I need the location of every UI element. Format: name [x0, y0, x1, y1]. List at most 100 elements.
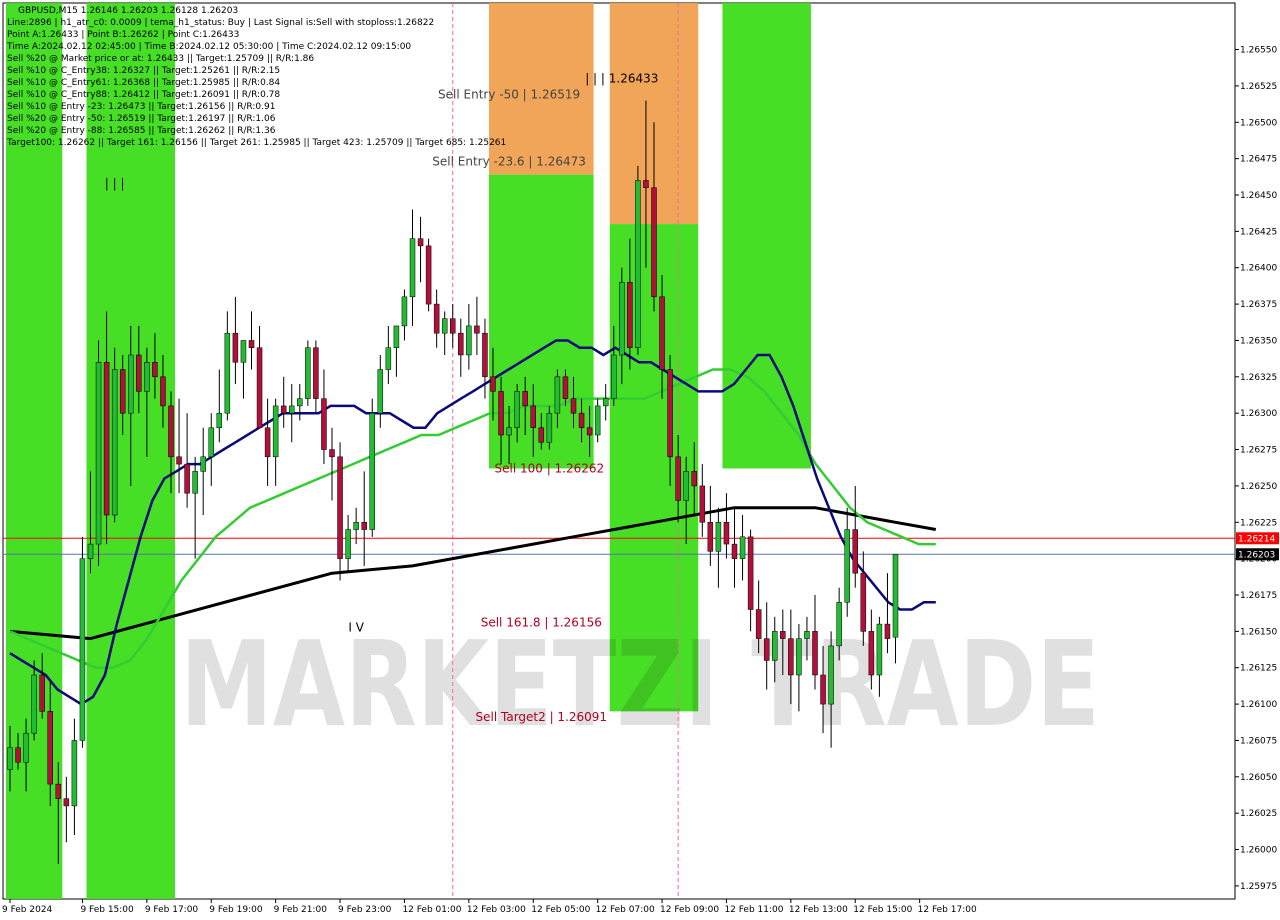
candle-bull — [31, 674, 37, 734]
candle-bear — [15, 747, 21, 763]
candle-bull — [804, 631, 810, 639]
candle-bull — [546, 412, 553, 443]
candle-bear — [313, 347, 319, 399]
candle-bull — [514, 391, 520, 428]
level-label: Sell Target2 | 1.26091 — [476, 710, 608, 724]
candle-bull — [635, 180, 641, 348]
candle-bull — [305, 347, 311, 399]
candle-bear — [55, 783, 62, 799]
x-tick-label: 12 Feb 09:00 — [660, 905, 719, 915]
candle-bear — [723, 522, 730, 545]
candle-bull — [95, 362, 102, 545]
candle-bull — [200, 456, 206, 472]
candle-bull — [393, 325, 400, 348]
candle-bull — [297, 398, 303, 407]
stoploss-price-label: 1.26214 — [1238, 534, 1275, 544]
candle-bear — [731, 543, 738, 559]
candle-bear — [417, 238, 424, 247]
candle-bear — [884, 623, 891, 639]
candle-bear — [152, 362, 158, 378]
candle-bull — [289, 405, 295, 414]
candle-bull — [715, 522, 722, 552]
price-chart[interactable]: MARKETZI TRADE Sell Entry -50 | 1.26519 S… — [0, 0, 1280, 920]
candle-bear — [264, 427, 271, 458]
y-tick-label: 1.26500 — [1240, 118, 1277, 128]
y-tick-label: 1.26000 — [1240, 846, 1277, 856]
candle-bear — [570, 398, 577, 414]
candle-bear — [425, 245, 432, 305]
candle-bull — [353, 522, 359, 530]
candle-bear — [747, 536, 754, 610]
y-tick-label: 1.26100 — [1240, 700, 1277, 710]
candle-bear — [530, 405, 536, 428]
candle-bear — [627, 282, 633, 348]
candle-bear — [780, 631, 786, 639]
candle-bull — [772, 631, 778, 661]
watermark-text: MARKETZI TRADE — [180, 615, 1100, 753]
candle-bear — [321, 398, 327, 450]
info-line: Time A:2024.02.12 02:45:00 | Time B:2024… — [6, 42, 411, 52]
x-tick-label: 12 Feb 07:00 — [596, 905, 655, 915]
candle-bull — [683, 471, 689, 501]
candle-bull — [79, 558, 86, 741]
y-tick-label: 1.26025 — [1240, 809, 1277, 819]
candle-bull — [385, 347, 392, 370]
candle-bull — [401, 296, 408, 327]
candle-bull — [224, 332, 231, 414]
y-tick-label: 1.26325 — [1240, 373, 1277, 383]
x-tick-label: 9 Feb 2024 — [2, 905, 53, 915]
candle-bull — [144, 362, 150, 392]
y-tick-label: 1.26225 — [1240, 518, 1277, 528]
candle-bear — [651, 187, 657, 298]
info-line: Target100: 1.26262 || Target 161: 1.2615… — [6, 138, 506, 148]
candle-bear — [47, 711, 53, 785]
info-line: Sell %10 @ C_Entry88: 1.26412 || Target:… — [7, 90, 280, 100]
info-line: Sell %20 @ Entry -50: 1.26519 || Target:… — [7, 114, 276, 124]
candle-bear — [522, 391, 528, 407]
candle-bull — [71, 740, 78, 807]
candle-bear — [586, 427, 593, 436]
y-tick-label: 1.26250 — [1240, 482, 1277, 492]
candle-bear — [168, 405, 174, 458]
candle-bull — [345, 529, 351, 559]
candle-bull — [192, 471, 198, 494]
candle-bull — [216, 412, 223, 428]
level-label: Sell Entry -50 | 1.26519 — [438, 88, 580, 102]
candle-bear — [538, 427, 545, 443]
x-tick-label: 9 Feb 19:00 — [209, 905, 263, 915]
y-tick-label: 1.26475 — [1240, 155, 1277, 165]
y-tick-label: 1.26350 — [1240, 336, 1277, 346]
candle-bear — [490, 376, 496, 392]
y-tick-label: 1.26375 — [1240, 300, 1277, 310]
y-tick-label: 1.26425 — [1240, 227, 1277, 237]
x-tick-label: 12 Feb 11:00 — [724, 905, 783, 915]
candle-bull — [828, 645, 834, 705]
candle-bull — [23, 732, 29, 763]
candle-bull — [111, 369, 118, 516]
candle-bull — [272, 405, 279, 458]
candle-bull — [466, 325, 472, 356]
candle-bull — [87, 543, 94, 559]
candle-bear — [176, 456, 182, 465]
info-line: Point A:1.26433 | Point B:1.26262 | Poin… — [7, 30, 239, 40]
candle-bear — [763, 638, 770, 661]
candle-bear — [256, 347, 263, 428]
candle-bear — [699, 485, 706, 523]
info-line: Sell %20 @ Entry -88: 1.26585 || Target:… — [7, 126, 276, 136]
candle-bear — [562, 376, 569, 399]
info-line: Sell %10 @ C_Entry38: 1.26327 || Target:… — [7, 66, 280, 76]
y-tick-label: 1.26400 — [1240, 264, 1277, 274]
candle-bear — [707, 522, 714, 552]
watermark-layer: MARKETZI TRADE — [180, 615, 1100, 753]
candle-bear — [675, 456, 681, 501]
candle-bear — [820, 674, 826, 705]
candle-bull — [240, 340, 247, 363]
candle-bear — [232, 332, 239, 363]
info-line: Line:2896 | h1_atr_c0: 0.0009 | tema_h1_… — [7, 18, 434, 28]
candle-bear — [868, 631, 875, 676]
candle-bear — [691, 471, 697, 487]
candle-bear — [248, 340, 255, 348]
candle-bull — [377, 369, 384, 414]
candle-bull — [506, 427, 512, 436]
level-label: Sell 100 | 1.26262 — [495, 461, 605, 475]
